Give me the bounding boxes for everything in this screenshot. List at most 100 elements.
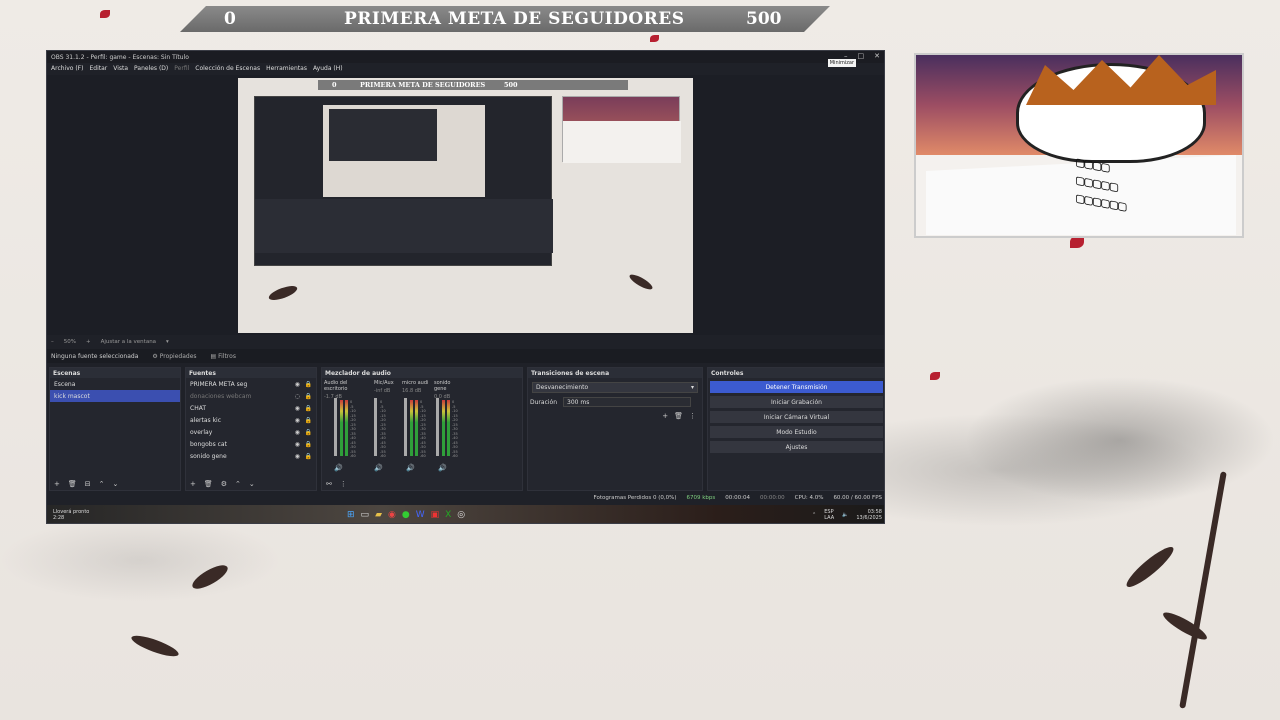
pdf-icon[interactable]: ▣ [431, 510, 440, 520]
trash-icon[interactable]: 🗑 [68, 480, 77, 488]
chevron-up-icon[interactable]: ⌃ [235, 480, 241, 488]
preview-canvas[interactable]: 0 PRIMERA META DE SEGUIDORES 500 [238, 78, 693, 333]
volume-fader[interactable] [374, 398, 377, 456]
status-bar: Fotogramas Perdidos 0 (0,0%) 6709 kbps 0… [47, 493, 884, 503]
channel-db: -inf dB [374, 388, 391, 394]
properties-button[interactable]: ⚙ Propiedades [152, 353, 196, 360]
more-icon[interactable]: ⋮ [340, 480, 347, 488]
scene-item-selected[interactable]: kick mascot [50, 390, 180, 402]
duration-input[interactable]: 300 ms [563, 397, 692, 407]
scene-item[interactable]: Escena [50, 378, 180, 390]
eye-icon[interactable]: ◉ [295, 453, 300, 460]
filter-icon: ▤ [210, 352, 217, 360]
mixer-channel: sonido gene 0.0 dB [434, 380, 464, 400]
volume-fader[interactable] [404, 398, 407, 456]
search-icon[interactable]: ▭ [361, 510, 370, 520]
preview-area[interactable]: 0 PRIMERA META DE SEGUIDORES 500 [47, 75, 884, 335]
add-icon[interactable]: + [54, 480, 60, 488]
settings-button[interactable]: Ajustes [710, 441, 883, 453]
speaker-icon[interactable]: 🔊 [374, 464, 383, 472]
add-icon[interactable]: + [190, 480, 196, 488]
chevron-down-icon: ▾ [690, 384, 694, 391]
menu-herramientas[interactable]: Herramientas [266, 65, 307, 72]
preview-bamboo-leaf [627, 272, 655, 292]
menu-editar[interactable]: Editar [89, 65, 107, 72]
spotify-icon[interactable]: ● [402, 510, 410, 520]
source-item[interactable]: CHAT ◉ 🔒 [186, 402, 316, 414]
lock-icon[interactable]: 🔒 [305, 441, 312, 448]
lang-sub: LAA [824, 515, 835, 521]
volume-fader[interactable] [436, 398, 439, 456]
windows-start-icon[interactable]: ⊞ [347, 510, 355, 520]
chevron-up-icon[interactable]: ⌃ [812, 512, 816, 518]
start-virtual-camera-button[interactable]: Iniciar Cámara Virtual [710, 411, 883, 423]
language-indicator[interactable]: ESP LAA [824, 509, 834, 521]
link-icon[interactable]: ⚯ [326, 480, 332, 488]
source-item[interactable]: sonido gene ◉ 🔒 [186, 450, 316, 462]
chevron-up-icon[interactable]: ⌃ [99, 480, 105, 488]
channel-db: 16.8 dB [402, 388, 422, 394]
menu-coleccion[interactable]: Colección de Escenas [195, 65, 260, 72]
word-icon[interactable]: W [416, 510, 425, 520]
menu-archivo[interactable]: Archivo (F) [51, 65, 83, 72]
filters-button[interactable]: ▤ Filtros [211, 353, 236, 360]
speaker-icon[interactable]: 🔊 [406, 464, 415, 472]
transitions-header: Transiciones de escena [528, 368, 702, 378]
lock-icon[interactable]: 🔒 [305, 393, 312, 400]
volume-icon[interactable]: 🔈 [842, 512, 848, 518]
source-item[interactable]: donaciones webcam ◌ 🔒 [186, 390, 316, 402]
stop-streaming-button[interactable]: Detener Transmisión [710, 381, 883, 393]
source-item[interactable]: overlay ◉ 🔒 [186, 426, 316, 438]
filter-icon[interactable]: ⊟ [85, 480, 91, 488]
start-recording-button[interactable]: Iniciar Grabación [710, 396, 883, 408]
petal [100, 10, 110, 18]
lock-icon[interactable]: 🔒 [305, 405, 312, 412]
lock-icon[interactable]: 🔒 [305, 417, 312, 424]
eye-icon[interactable]: ◉ [295, 417, 300, 424]
fps: 60.00 / 60.00 FPS [833, 495, 882, 501]
source-item[interactable]: PRIMERA META seg ◉ 🔒 [186, 378, 316, 390]
trash-icon[interactable]: 🗑 [674, 412, 683, 420]
source-item[interactable]: alertas kic ◉ 🔒 [186, 414, 316, 426]
obs-window[interactable]: OBS 31.1.2 - Perfil: game - Escenas: Sin… [46, 50, 885, 524]
speaker-icon[interactable]: 🔊 [334, 464, 343, 472]
lock-icon[interactable]: 🔒 [305, 429, 312, 436]
lock-icon[interactable]: 🔒 [305, 453, 312, 460]
close-icon[interactable]: ✕ [874, 52, 880, 60]
chevron-down-icon[interactable]: ⌄ [113, 480, 119, 488]
fit-to-window[interactable]: Ajustar a la ventana [101, 339, 156, 345]
obs-icon[interactable]: ◎ [457, 510, 465, 520]
volume-fader[interactable] [334, 398, 337, 456]
lock-icon[interactable]: 🔒 [305, 381, 312, 388]
excel-icon[interactable]: X [445, 510, 451, 520]
menu-vista[interactable]: Vista [113, 65, 128, 72]
more-icon[interactable]: ⋮ [689, 412, 696, 420]
speaker-icon[interactable]: 🔊 [438, 464, 447, 472]
eye-icon[interactable]: ◉ [295, 441, 300, 448]
zoom-out-button[interactable]: – [51, 339, 54, 345]
add-icon[interactable]: + [662, 412, 668, 420]
menu-ayuda[interactable]: Ayuda (H) [313, 65, 343, 72]
maximize-icon[interactable]: □ [858, 52, 865, 60]
channel-name: Mic/Aux [374, 380, 394, 386]
chevron-down-icon[interactable]: ▾ [166, 339, 169, 345]
transition-select[interactable]: Desvanecimiento ▾ [532, 382, 698, 393]
clock[interactable]: 03:58 13/6/2025 [856, 509, 882, 521]
eye-icon[interactable]: ◉ [295, 429, 300, 436]
gear-icon[interactable]: ⚙ [221, 480, 227, 488]
eye-icon[interactable]: ◉ [295, 381, 300, 388]
eye-off-icon[interactable]: ◌ [295, 393, 300, 400]
file-explorer-icon[interactable]: ▰ [375, 510, 382, 520]
obs-titlebar[interactable]: OBS 31.1.2 - Perfil: game - Escenas: Sin… [47, 51, 884, 67]
weather-widget[interactable]: Lloverá pronto 2:28 [47, 509, 187, 521]
preview-bongo-cat [562, 96, 681, 163]
menu-perfil[interactable]: Perfil [174, 65, 189, 72]
chevron-down-icon[interactable]: ⌄ [249, 480, 255, 488]
menu-paneles[interactable]: Paneles (D) [134, 65, 168, 72]
trash-icon[interactable]: 🗑 [204, 480, 213, 488]
zoom-in-button[interactable]: + [86, 339, 91, 345]
source-item[interactable]: bongobs cat ◉ 🔒 [186, 438, 316, 450]
eye-icon[interactable]: ◉ [295, 405, 300, 412]
chrome-icon[interactable]: ◉ [388, 510, 396, 520]
studio-mode-button[interactable]: Modo Estudio [710, 426, 883, 438]
